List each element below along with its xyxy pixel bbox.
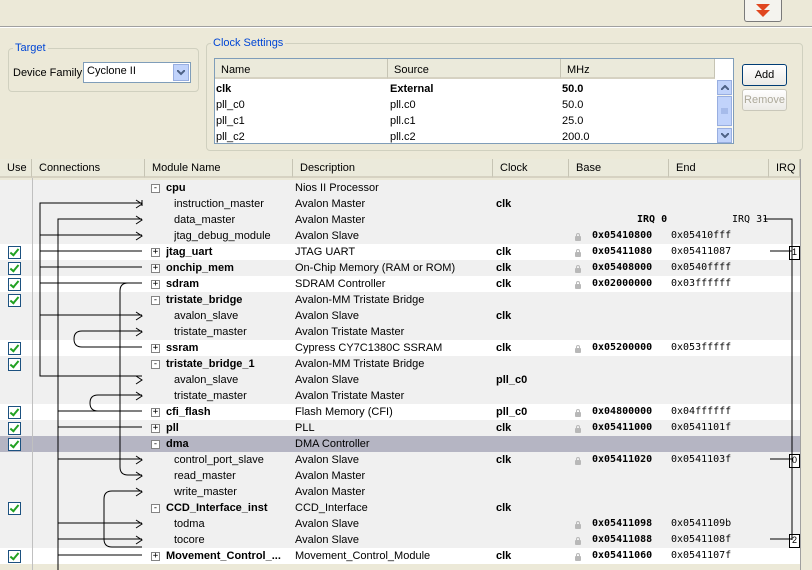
connection-arrow (135, 199, 143, 209)
connection-tristate-bridge-1 (89, 394, 142, 412)
connections-overlay (39, 199, 793, 570)
connection-arrow (135, 375, 143, 385)
connection-instruction-master (39, 200, 143, 377)
connection-arrow (135, 471, 143, 481)
connection-arrow (135, 327, 143, 337)
connection-instruction-links (40, 234, 58, 316)
connection-tristate-bridge (73, 330, 142, 348)
connection-arrow (135, 231, 143, 241)
irq-wires (764, 218, 793, 540)
connection-arrow (135, 535, 143, 545)
connection-arrow (135, 519, 143, 529)
connection-arrow (135, 487, 143, 497)
connection-arrow (135, 391, 143, 401)
grid-separator (32, 178, 33, 570)
connection-arrow (135, 311, 143, 321)
connection-dma-read (119, 282, 142, 476)
connection-arrow (135, 215, 143, 225)
connection-arrow (135, 455, 143, 465)
